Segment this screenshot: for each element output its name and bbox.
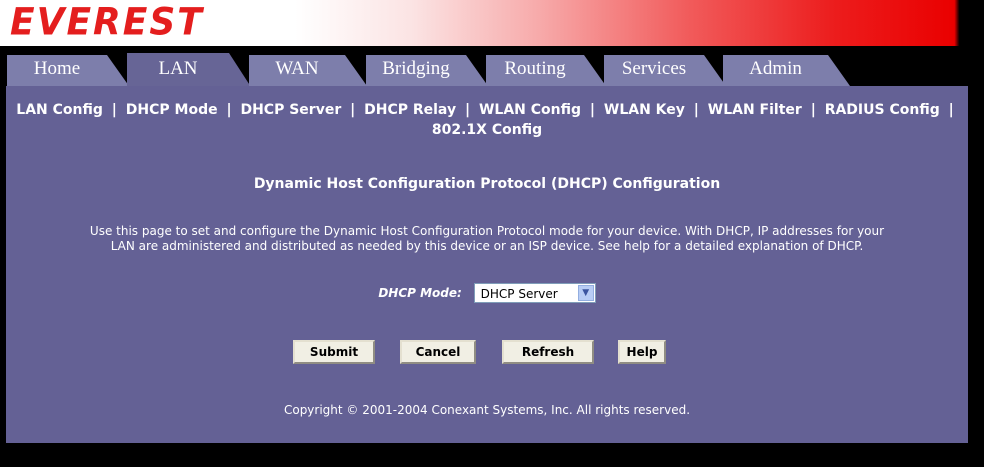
submit-button[interactable]: Submit (293, 340, 375, 364)
page-description: Use this page to set and configure the D… (14, 224, 960, 254)
tab-admin[interactable]: Admin (723, 55, 850, 86)
everest-logo: EVEREST (10, 1, 204, 45)
subnav-separator: | (589, 102, 595, 118)
tab-services[interactable]: Services (604, 55, 726, 86)
help-button[interactable]: Help (618, 340, 666, 364)
dhcp-mode-row: DHCP Mode: DHCP Server ▼ (6, 283, 968, 303)
subnav-wlan-key[interactable]: WLAN Key (604, 102, 685, 118)
subnav-separator: | (464, 102, 471, 118)
subnav-dhcp-relay[interactable]: DHCP Relay (364, 102, 456, 118)
action-buttons: Submit Cancel Refresh Help (6, 340, 968, 364)
lan-sub-navigation: LAN Config | DHCP Mode | DHCP Server | D… (6, 100, 968, 140)
refresh-button[interactable]: Refresh (502, 340, 594, 364)
subnav-separator: | (350, 102, 356, 118)
tab-wan[interactable]: WAN (249, 55, 367, 86)
cancel-button[interactable]: Cancel (400, 340, 476, 364)
header-banner: EVEREST (0, 0, 984, 46)
subnav-radius-config[interactable]: RADIUS Config (825, 102, 940, 118)
subnav-separator: | (111, 102, 117, 118)
main-tab-bar: Home LAN WAN Bridging Routing Services A… (0, 46, 968, 86)
subnav-wlan-filter[interactable]: WLAN Filter (708, 102, 802, 118)
subnav-separator: | (226, 102, 232, 118)
subnav-separator: | (693, 102, 699, 118)
content-panel: LAN Config | DHCP Mode | DHCP Server | D… (6, 86, 968, 443)
subnav-dhcp-server[interactable]: DHCP Server (240, 102, 341, 118)
dhcp-mode-select[interactable]: DHCP Server ▼ (473, 283, 596, 303)
tab-bridging[interactable]: Bridging (366, 55, 488, 86)
copyright-text: Copyright © 2001-2004 Conexant Systems, … (283, 403, 691, 417)
description-line-1: Use this page to set and configure the D… (89, 224, 885, 238)
subnav-separator: | (948, 102, 954, 118)
tab-lan[interactable]: LAN (127, 53, 251, 87)
tab-routing[interactable]: Routing (486, 55, 606, 86)
tab-home[interactable]: Home (7, 55, 129, 86)
subnav-lan-config[interactable]: LAN Config (16, 102, 103, 118)
subnav-separator: | (810, 102, 816, 118)
subnav-8021x-config[interactable]: 802.1X Config (432, 122, 542, 138)
chevron-down-icon[interactable]: ▼ (577, 285, 594, 301)
description-line-2: LAN are administered and distributed as … (110, 239, 864, 253)
subnav-dhcp-mode[interactable]: DHCP Mode (126, 102, 218, 118)
subnav-wlan-config[interactable]: WLAN Config (479, 102, 581, 118)
page-title: Dynamic Host Configuration Protocol (DHC… (253, 176, 721, 192)
dhcp-mode-selected-value: DHCP Server (480, 287, 558, 301)
dhcp-mode-label: DHCP Mode: (378, 286, 462, 300)
